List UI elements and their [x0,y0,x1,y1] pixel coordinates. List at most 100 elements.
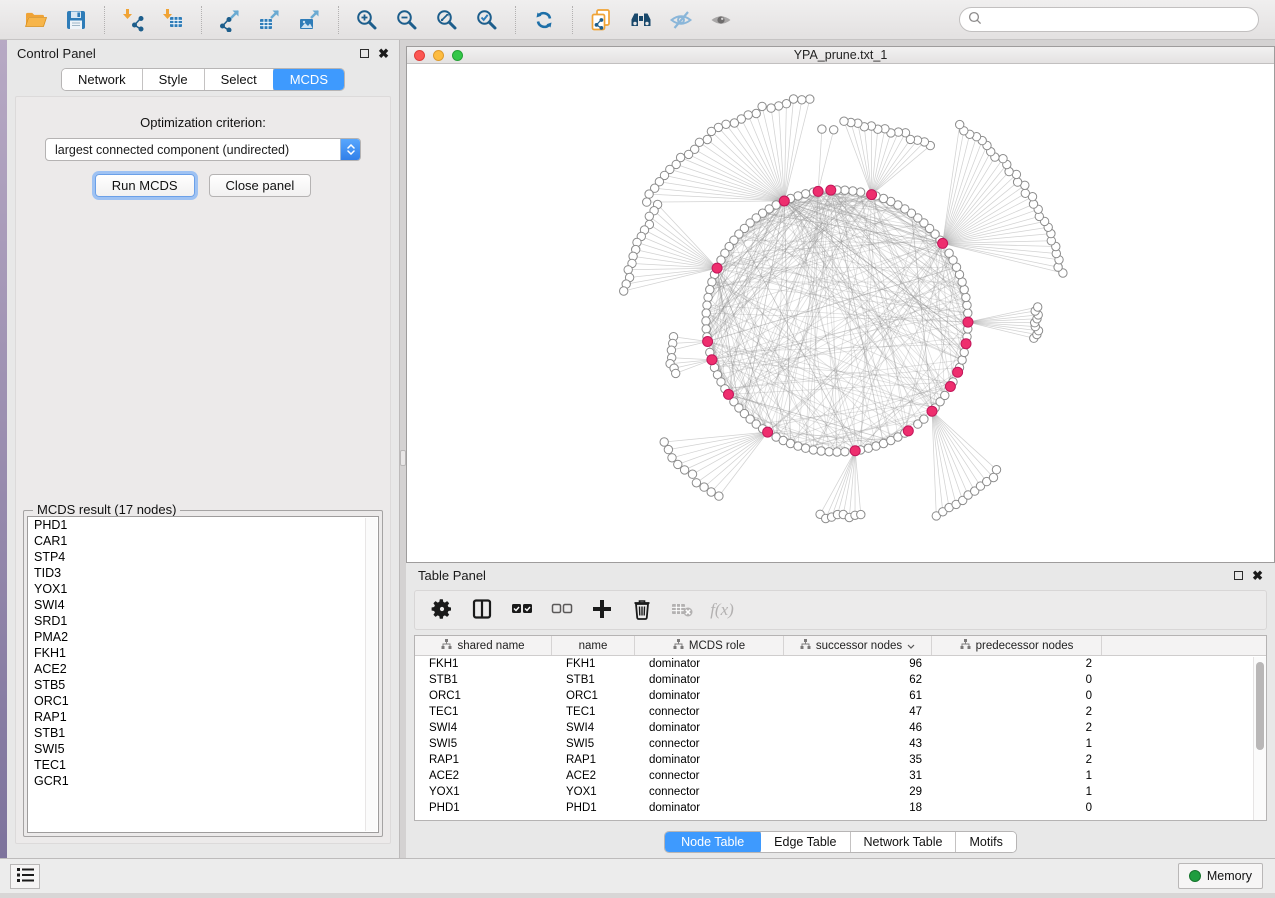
table-cell[interactable]: dominator [635,802,784,814]
table-cell[interactable]: STB1 [415,674,552,686]
table-cell[interactable]: 35 [784,754,932,766]
close-table-panel-icon[interactable]: ✖ [1252,569,1263,582]
table-cell[interactable]: 96 [784,658,932,670]
table-cell[interactable]: 0 [932,674,1102,686]
table-row[interactable]: TEC1TEC1connector472 [415,704,1266,720]
mcds-result-item[interactable]: RAP1 [28,709,378,725]
table-cell[interactable]: ORC1 [552,690,635,702]
tab-mcds[interactable]: MCDS [273,68,345,91]
table-cell[interactable]: 62 [784,674,932,686]
column-header-name[interactable]: name [552,636,635,655]
table-cell[interactable]: RAP1 [415,754,552,766]
mcds-list-scrollbar[interactable] [365,518,377,831]
search-input[interactable] [987,13,1250,27]
table-cell[interactable]: FKH1 [552,658,635,670]
first-neighbors-button[interactable] [623,4,659,36]
mcds-result-item[interactable]: ACE2 [28,661,378,677]
network-window-titlebar[interactable]: YPA_prune.txt_1 [407,47,1274,64]
table-cell[interactable]: connector [635,770,784,782]
mcds-result-item[interactable]: GCR1 [28,773,378,789]
table-row[interactable]: SWI5SWI5connector431 [415,736,1266,752]
table-cell[interactable]: 0 [932,690,1102,702]
tab-style[interactable]: Style [143,69,205,90]
mcds-result-item[interactable]: STP4 [28,549,378,565]
table-row[interactable]: STB1STB1dominator620 [415,672,1266,688]
float-panel-icon[interactable] [360,49,369,58]
mcds-result-item[interactable]: PMA2 [28,629,378,645]
table-cell[interactable]: 0 [932,802,1102,814]
table-cell[interactable]: 43 [784,738,932,750]
table-scrollbar-thumb[interactable] [1256,662,1264,750]
deselect-all-rows-button[interactable] [547,595,577,625]
table-cell[interactable]: dominator [635,658,784,670]
column-layout-button[interactable] [467,595,497,625]
mcds-result-item[interactable]: FKH1 [28,645,378,661]
table-cell[interactable]: TEC1 [415,706,552,718]
show-all-button[interactable] [703,4,739,36]
table-cell[interactable]: 2 [932,754,1102,766]
mcds-result-item[interactable]: PHD1 [28,517,378,533]
float-table-panel-icon[interactable] [1234,571,1243,580]
optimization-criterion-select[interactable]: largest connected component (undirected) [45,138,361,161]
column-header-shared-name[interactable]: shared name [415,636,552,655]
close-panel-button[interactable]: Close panel [209,174,312,197]
mcds-result-item[interactable]: STB1 [28,725,378,741]
table-row[interactable]: ORC1ORC1dominator610 [415,688,1266,704]
column-header-MCDS-role[interactable]: MCDS role [635,636,784,655]
mcds-result-item[interactable]: ORC1 [28,693,378,709]
mcds-result-item[interactable]: CAR1 [28,533,378,549]
table-cell[interactable]: YOX1 [552,786,635,798]
table-row[interactable]: YOX1YOX1connector291 [415,784,1266,800]
table-cell[interactable]: ACE2 [415,770,552,782]
table-cell[interactable]: PHD1 [415,802,552,814]
table-cell[interactable]: 31 [784,770,932,782]
select-all-rows-button[interactable] [507,595,537,625]
tab-node-table[interactable]: Node Table [664,831,762,853]
tab-motifs[interactable]: Motifs [956,832,1015,852]
mcds-result-item[interactable]: SWI4 [28,597,378,613]
table-cell[interactable]: TEC1 [552,706,635,718]
table-cell[interactable]: dominator [635,690,784,702]
table-cell[interactable]: dominator [635,674,784,686]
table-cell[interactable]: FKH1 [415,658,552,670]
table-cell[interactable]: 1 [932,770,1102,782]
add-column-button[interactable] [587,595,617,625]
refresh-view-button[interactable] [526,4,562,36]
table-row[interactable]: ACE2ACE2connector311 [415,768,1266,784]
tab-network[interactable]: Network [62,69,143,90]
table-cell[interactable]: PHD1 [552,802,635,814]
table-scrollbar[interactable] [1253,657,1266,820]
table-settings-button[interactable] [427,595,457,625]
table-cell[interactable]: ORC1 [415,690,552,702]
duplicate-network-button[interactable] [583,4,619,36]
memory-button[interactable]: Memory [1178,863,1263,889]
table-cell[interactable]: 2 [932,706,1102,718]
table-cell[interactable]: 1 [932,738,1102,750]
mcds-result-item[interactable]: SWI5 [28,741,378,757]
table-cell[interactable]: 29 [784,786,932,798]
zoom-fit-button[interactable] [429,4,465,36]
tab-network-table[interactable]: Network Table [851,832,957,852]
table-cell[interactable]: RAP1 [552,754,635,766]
tab-select[interactable]: Select [205,69,274,90]
table-cell[interactable]: ACE2 [552,770,635,782]
export-table-button[interactable] [252,4,288,36]
table-cell[interactable]: 47 [784,706,932,718]
tab-edge-table[interactable]: Edge Table [761,832,850,852]
save-session-button[interactable] [58,4,94,36]
import-table-button[interactable] [155,4,191,36]
table-cell[interactable]: YOX1 [415,786,552,798]
table-cell[interactable]: SWI4 [415,722,552,734]
table-cell[interactable]: dominator [635,754,784,766]
table-cell[interactable]: 2 [932,658,1102,670]
mcds-result-item[interactable]: TID3 [28,565,378,581]
mcds-result-item[interactable]: TEC1 [28,757,378,773]
search-box[interactable] [959,7,1259,32]
zoom-in-button[interactable] [349,4,385,36]
export-network-button[interactable] [212,4,248,36]
table-cell[interactable]: connector [635,738,784,750]
hide-selected-button[interactable] [663,4,699,36]
table-cell[interactable]: 61 [784,690,932,702]
mcds-result-item[interactable]: STB5 [28,677,378,693]
table-row[interactable]: PHD1PHD1dominator180 [415,800,1266,816]
